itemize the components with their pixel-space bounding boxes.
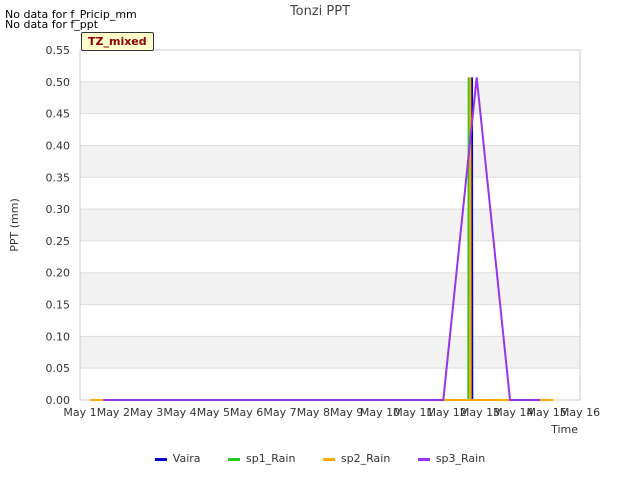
grid-band: [80, 272, 580, 305]
x-tick-label: May 4: [163, 406, 196, 419]
legend-label-sp1-rain: sp1_Rain: [246, 452, 296, 465]
legend-swatch-sp2-rain: [322, 457, 335, 461]
site-badge: TZ_mixed: [81, 32, 154, 51]
legend-item-sp3-rain[interactable]: sp3_Rain: [417, 452, 486, 465]
grid-band: [80, 145, 580, 178]
y-tick-label: 0.40: [46, 139, 71, 152]
x-tick-label: May 6: [230, 406, 263, 419]
grid-band: [80, 209, 580, 241]
y-tick-label: 0.35: [46, 171, 71, 184]
legend-item-vaira[interactable]: Vaira: [154, 452, 201, 465]
x-axis-label: Time: [550, 423, 578, 436]
legend-swatch-vaira: [154, 457, 167, 461]
legend-swatch-sp3-rain: [417, 457, 430, 461]
x-tick-label: May 16: [560, 406, 600, 419]
y-tick-label: 0.20: [46, 267, 71, 280]
y-tick-label: 0.50: [46, 76, 71, 89]
no-data-message-2: No data for f_ppt: [5, 18, 99, 31]
y-tick-label: 0.15: [46, 299, 71, 312]
x-tick-label: May 3: [130, 406, 163, 419]
x-tick-label: May 5: [197, 406, 230, 419]
y-tick-label: 0.05: [46, 362, 71, 375]
y-tick-label: 0.30: [46, 203, 71, 216]
y-tick-label: 0.25: [46, 235, 71, 248]
legend: Vaira sp1_Rain sp2_Rain sp3_Rain: [0, 452, 640, 465]
legend-item-sp2-rain[interactable]: sp2_Rain: [322, 452, 391, 465]
x-tick-label: May 2: [97, 406, 130, 419]
y-tick-label: 0.55: [46, 44, 71, 57]
x-tick-label: May 8: [297, 406, 330, 419]
grid-band: [80, 81, 580, 114]
legend-label-sp3-rain: sp3_Rain: [435, 452, 486, 465]
chart-title: Tonzi PPT: [289, 4, 351, 19]
y-tick-label: 0.10: [46, 330, 71, 343]
y-tick-label: 0.45: [46, 108, 71, 121]
legend-item-sp1-rain[interactable]: sp1_Rain: [228, 452, 295, 465]
x-tick-label: May 1: [63, 406, 96, 419]
legend-label-vaira: Vaira: [172, 452, 201, 465]
chart-canvas: 0.000.050.100.150.200.250.300.350.400.45…: [8, 44, 600, 436]
x-tick-label: May 7: [263, 406, 296, 419]
legend-swatch-sp1-rain: [228, 457, 241, 461]
y-axis-label: PPT (mm): [8, 198, 21, 252]
legend-label-sp2-rain: sp2_Rain: [340, 452, 391, 465]
x-tick-label: May 9: [330, 406, 363, 419]
